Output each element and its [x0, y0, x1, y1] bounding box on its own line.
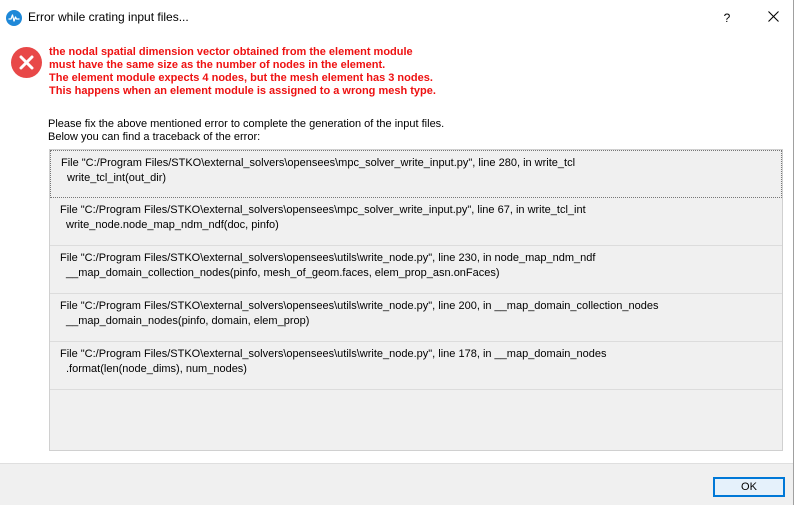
- error-message: the nodal spatial dimension vector obtai…: [49, 46, 436, 98]
- traceback-list[interactable]: File "C:/Program Files/STKO\external_sol…: [49, 149, 783, 451]
- traceback-code: write_node.node_map_ndm_ndf(doc, pinfo): [66, 219, 279, 231]
- dialog-footer: [0, 463, 794, 505]
- instructions-text: Please fix the above mentioned error to …: [48, 118, 444, 144]
- traceback-file: File "C:/Program Files/STKO\external_sol…: [61, 157, 576, 169]
- instructions-line-1: Please fix the above mentioned error to …: [48, 118, 445, 130]
- close-button[interactable]: [756, 4, 790, 32]
- traceback-item[interactable]: File "C:/Program Files/STKO\external_sol…: [50, 198, 782, 246]
- traceback-item[interactable]: File "C:/Program Files/STKO\external_sol…: [50, 342, 782, 390]
- error-icon: [11, 47, 42, 78]
- error-line: This happens when an element module is a…: [49, 85, 436, 97]
- error-line: the nodal spatial dimension vector obtai…: [49, 46, 413, 58]
- app-logo-icon: [6, 10, 22, 26]
- traceback-item[interactable]: File "C:/Program Files/STKO\external_sol…: [50, 246, 782, 294]
- traceback-file: File "C:/Program Files/STKO\external_sol…: [60, 300, 659, 312]
- traceback-code: write_tcl_int(out_dir): [67, 172, 167, 184]
- traceback-file: File "C:/Program Files/STKO\external_sol…: [60, 204, 586, 216]
- traceback-file: File "C:/Program Files/STKO\external_sol…: [60, 348, 607, 360]
- traceback-item[interactable]: File "C:/Program Files/STKO\external_sol…: [50, 150, 782, 198]
- traceback-file: File "C:/Program Files/STKO\external_sol…: [60, 252, 596, 264]
- ok-button[interactable]: OK: [713, 477, 785, 497]
- error-line: The element module expects 4 nodes, but …: [49, 72, 433, 84]
- traceback-code: __map_domain_collection_nodes(pinfo, mes…: [66, 267, 500, 279]
- title-bar[interactable]: Error while crating input files... ?: [0, 0, 794, 36]
- traceback-item[interactable]: File "C:/Program Files/STKO\external_sol…: [50, 294, 782, 342]
- traceback-code: .format(len(node_dims), num_nodes): [66, 363, 247, 375]
- instructions-line-2: Below you can find a traceback of the er…: [48, 131, 261, 143]
- error-line: must have the same size as the number of…: [49, 59, 386, 71]
- error-dialog: Error while crating input files... ? the…: [0, 0, 794, 505]
- window-title: Error while crating input files...: [28, 10, 189, 24]
- close-icon: [767, 9, 779, 27]
- traceback-code: __map_domain_nodes(pinfo, domain, elem_p…: [66, 315, 310, 327]
- help-button[interactable]: ?: [712, 4, 742, 32]
